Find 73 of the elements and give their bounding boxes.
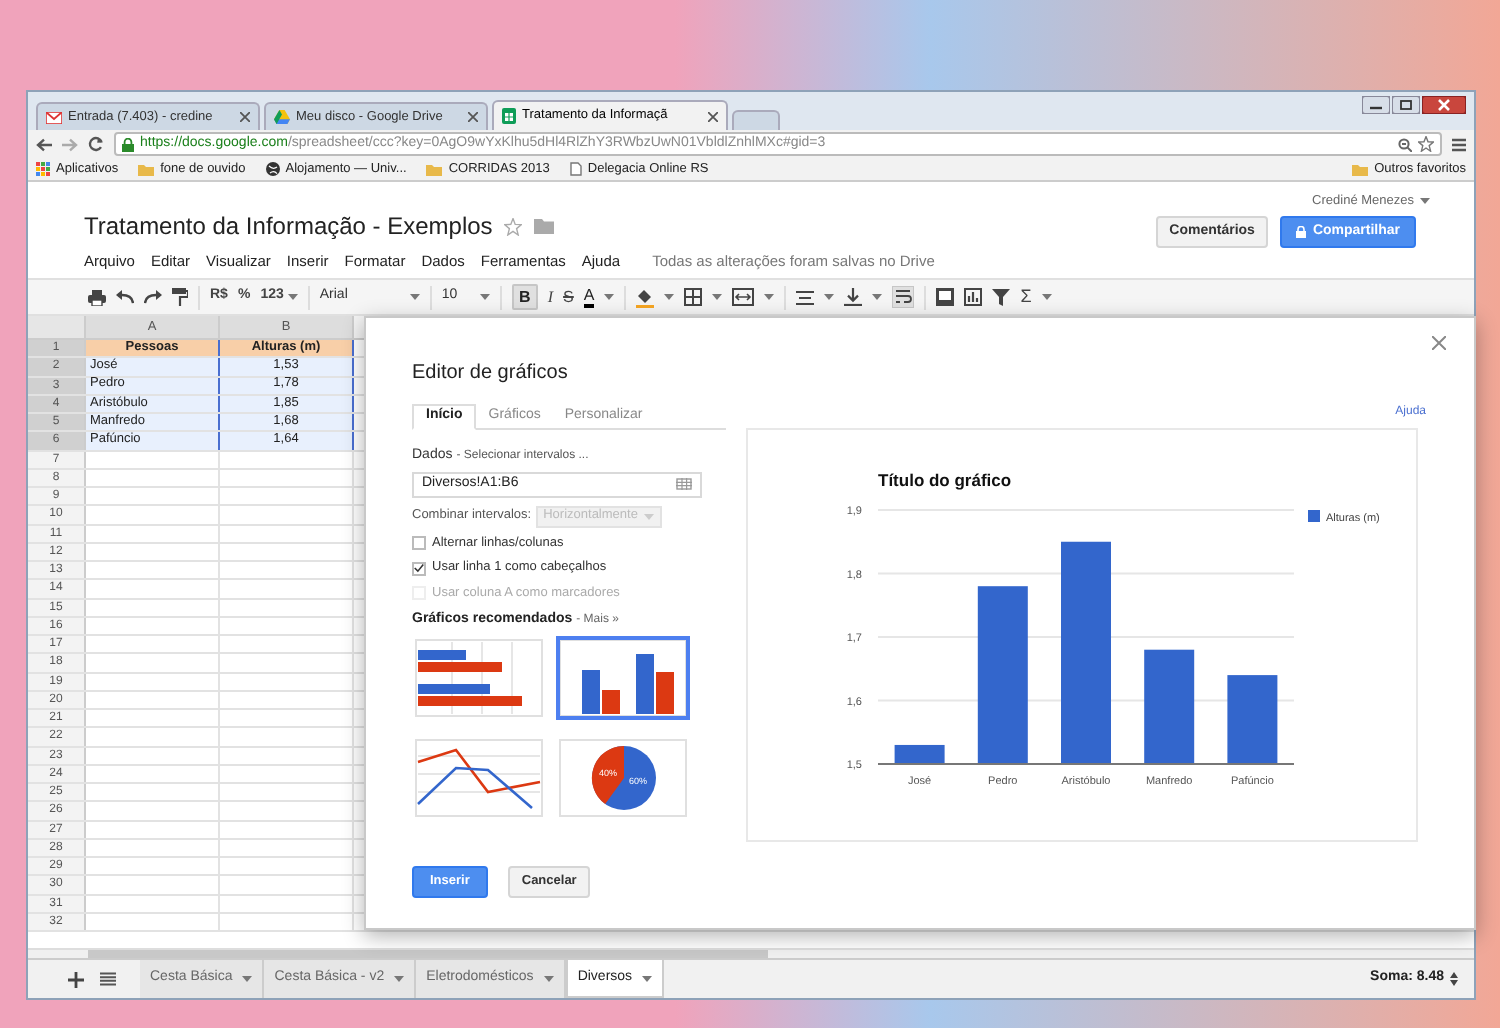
caret-icon[interactable] xyxy=(1041,294,1052,300)
lock-icon xyxy=(1296,226,1307,238)
caret-icon[interactable] xyxy=(712,294,723,300)
folder-icon xyxy=(426,163,443,175)
caret-icon[interactable] xyxy=(543,976,554,982)
chart-icon[interactable] xyxy=(964,288,983,306)
caret-icon[interactable] xyxy=(642,975,653,981)
bold-button[interactable]: B xyxy=(511,284,538,310)
checkbox[interactable] xyxy=(412,561,426,576)
caret-icon[interactable] xyxy=(872,294,883,300)
strikethrough-button[interactable]: S xyxy=(563,285,574,309)
caret-icon[interactable] xyxy=(394,976,405,982)
chart-title: Título do gráfico xyxy=(878,470,1012,490)
caret-icon xyxy=(643,513,654,519)
merge-cells-icon[interactable] xyxy=(732,288,755,306)
caret-icon[interactable] xyxy=(604,294,615,300)
line-chart-thumbnail[interactable] xyxy=(412,736,546,821)
fill-bucket-icon[interactable] xyxy=(636,287,655,307)
mail-icon xyxy=(46,111,62,123)
comment-icon[interactable] xyxy=(936,288,955,306)
bar xyxy=(894,744,945,764)
caret-icon xyxy=(409,294,420,300)
borders-icon[interactable] xyxy=(684,288,703,306)
caret-icon[interactable] xyxy=(824,294,835,300)
horizontal-scrollbar[interactable] xyxy=(88,950,768,958)
spreadsheet-icon xyxy=(502,108,516,124)
italic-button[interactable]: I xyxy=(547,285,554,309)
minimize-icon[interactable] xyxy=(1362,96,1390,114)
filter-icon[interactable] xyxy=(992,288,1011,306)
add-sheet-icon[interactable] xyxy=(68,971,84,987)
close-icon[interactable] xyxy=(1422,96,1466,114)
close-icon[interactable] xyxy=(240,112,250,122)
align-icon[interactable] xyxy=(796,289,815,305)
zoom-icon[interactable] xyxy=(1398,137,1412,151)
print-icon[interactable] xyxy=(88,289,106,305)
apps-grid-icon xyxy=(36,162,50,176)
text-wrap-icon[interactable] xyxy=(892,286,915,308)
drive-icon xyxy=(274,110,290,124)
column-chart-thumbnail[interactable] xyxy=(556,636,690,721)
caret-icon[interactable] xyxy=(764,294,775,300)
vertical-align-icon[interactable] xyxy=(844,288,863,306)
close-icon[interactable] xyxy=(468,112,478,122)
bar xyxy=(1227,675,1278,764)
undo-icon[interactable] xyxy=(116,290,134,304)
page-icon xyxy=(569,162,582,176)
paint-roller-icon[interactable] xyxy=(172,288,188,306)
star-icon[interactable] xyxy=(504,217,523,235)
caret-icon[interactable] xyxy=(664,294,675,300)
functions-button[interactable]: Σ xyxy=(1020,283,1032,311)
folder-icon xyxy=(138,163,155,175)
up-down-arrows-icon[interactable] xyxy=(1450,972,1458,986)
reload-icon[interactable] xyxy=(88,136,104,152)
redo-icon[interactable] xyxy=(144,290,162,304)
maximize-icon[interactable] xyxy=(1392,96,1420,114)
checkbox[interactable] xyxy=(412,535,426,550)
sheet-list-icon[interactable] xyxy=(100,972,116,986)
star-icon[interactable] xyxy=(1418,136,1434,152)
text-color-button[interactable]: A xyxy=(583,286,595,308)
dialog-title: Editor de gráficos xyxy=(412,360,568,388)
document-title[interactable]: Tratamento da Informação - Exemplos xyxy=(84,208,493,244)
caret-icon xyxy=(479,294,490,300)
lock-icon xyxy=(122,137,134,151)
caret-icon[interactable] xyxy=(1420,198,1430,205)
menu-icon[interactable] xyxy=(1452,137,1466,151)
bar-chart-thumbnail[interactable] xyxy=(412,636,546,721)
globe-icon xyxy=(265,162,280,176)
folder-icon xyxy=(1352,163,1369,175)
bar xyxy=(1144,649,1195,764)
caret-icon[interactable] xyxy=(287,294,298,300)
back-icon[interactable] xyxy=(36,137,52,151)
caret-icon[interactable] xyxy=(242,976,253,982)
grid-icon xyxy=(676,478,692,490)
close-icon[interactable] xyxy=(708,111,718,121)
